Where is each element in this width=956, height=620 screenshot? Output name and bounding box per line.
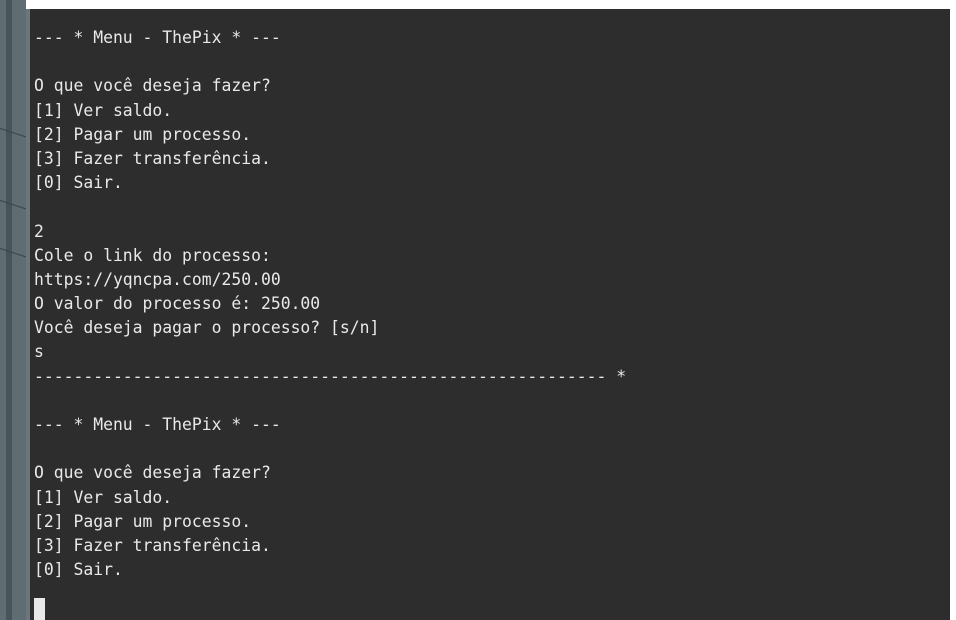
menu-option-transferencia: [3] Fazer transferência. [34, 535, 271, 555]
process-value: O valor do processo é: 250.00 [34, 294, 321, 314]
menu-prompt: O que você deseja fazer? [34, 463, 271, 483]
divider [0, 128, 26, 142]
text-cursor[interactable] [34, 598, 45, 620]
menu-option-sair: [0] Sair. [34, 173, 123, 193]
divider [0, 248, 26, 262]
background-window-edge [0, 0, 26, 620]
menu-option-pagar-processo: [2] Pagar um processo. [34, 124, 252, 144]
window-border [6, 0, 12, 620]
divider [0, 200, 26, 214]
user-input-choice: 2 [34, 221, 44, 241]
separator-line: ----------------------------------------… [34, 366, 627, 386]
menu-header: --- * Menu - ThePix * --- [34, 415, 281, 434]
user-input-link: https://yqncpa.com/250.00 [34, 269, 281, 289]
menu-option-transferencia: [3] Fazer transferência. [34, 148, 271, 168]
menu-option-ver-saldo: [1] Ver saldo. [34, 100, 173, 120]
menu-option-pagar-processo: [2] Pagar um processo. [34, 511, 252, 531]
desktop: --- * Menu - ThePix * --- O que você des… [0, 0, 956, 620]
link-prompt: Cole o link do processo: [34, 245, 271, 265]
menu-option-sair: [0] Sair. [34, 560, 123, 580]
menu-header: --- * Menu - ThePix * --- [34, 28, 281, 47]
confirm-prompt: Você deseja pagar o processo? [s/n] [34, 318, 380, 338]
menu-option-ver-saldo: [1] Ver saldo. [34, 487, 173, 507]
user-input-confirm: s [34, 342, 44, 362]
terminal-output: --- * Menu - ThePix * --- O que você des… [34, 26, 626, 582]
terminal-window[interactable]: --- * Menu - ThePix * --- O que você des… [26, 9, 950, 620]
menu-prompt: O que você deseja fazer? [34, 76, 271, 96]
window-gap [950, 540, 956, 620]
